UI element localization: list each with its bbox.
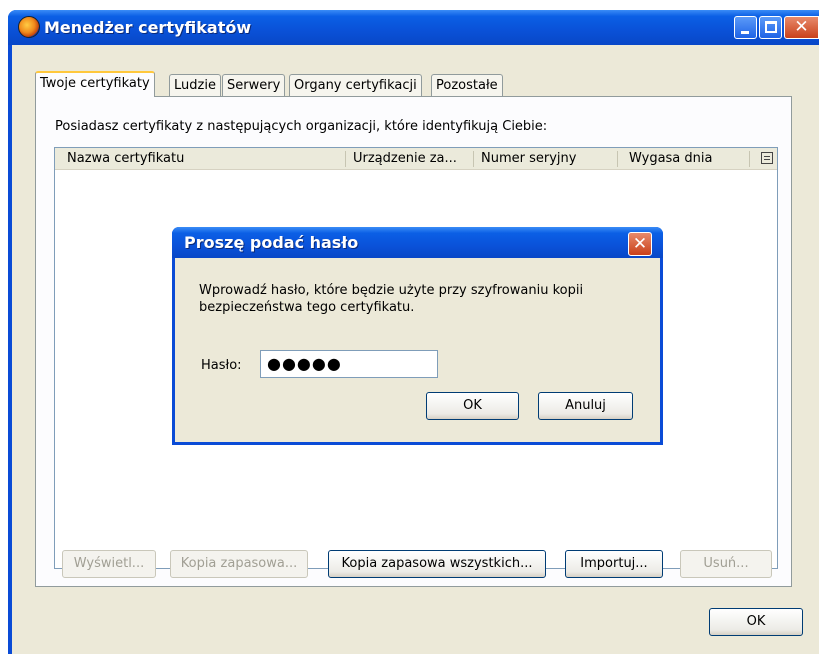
column-picker-icon[interactable]: [761, 152, 773, 164]
column-header-expires[interactable]: Wygasa dnia: [629, 148, 739, 170]
column-header-name[interactable]: Nazwa certyfikatu: [67, 148, 337, 170]
import-button-label: Importuj...: [580, 556, 648, 571]
dialog-title-bar[interactable]: Proszę podać hasło ✕: [172, 227, 663, 258]
tab-label: Serwery: [227, 78, 281, 93]
backup-button[interactable]: Kopia zapasowa...: [170, 550, 308, 578]
close-icon: ✕: [794, 17, 809, 37]
password-dialog: Proszę podać hasło ✕ Wprowadź hasło, któ…: [172, 227, 663, 445]
column-separator[interactable]: [749, 151, 750, 167]
column-separator[interactable]: [617, 151, 618, 167]
minimize-button[interactable]: [734, 16, 757, 39]
maximize-button[interactable]: [759, 16, 782, 39]
panel-description: Posiadasz certyfikaty z następujących or…: [55, 119, 548, 134]
tab-label: Organy certyfikacji: [294, 78, 417, 93]
dialog-ok-button[interactable]: OK: [426, 392, 519, 420]
list-header: Nazwa certyfikatu Urządzenie za... Numer…: [55, 148, 777, 170]
close-icon: ✕: [632, 234, 648, 254]
ok-button-label: OK: [746, 614, 766, 629]
import-button[interactable]: Importuj...: [565, 550, 663, 578]
tab-your-certificates[interactable]: Twoje certyfikaty: [35, 71, 155, 97]
password-field[interactable]: ●●●●●: [260, 350, 438, 378]
firefox-icon: [18, 16, 40, 38]
dialog-message: Wprowadź hasło, które będzie użyte przy …: [199, 283, 584, 315]
ok-button[interactable]: OK: [709, 608, 803, 636]
maximize-icon: [765, 21, 777, 33]
tab-others[interactable]: Pozostałe: [431, 74, 503, 96]
tab-label: Twoje certyfikaty: [40, 76, 150, 91]
column-separator[interactable]: [345, 151, 346, 167]
column-header-serial[interactable]: Numer seryjny: [481, 148, 611, 170]
delete-button[interactable]: Usuń...: [680, 550, 772, 578]
minimize-icon: [741, 31, 749, 34]
dialog-ok-label: OK: [463, 398, 482, 413]
tab-label: Ludzie: [174, 78, 216, 93]
dialog-cancel-label: Anuluj: [565, 398, 606, 413]
dialog-body: Wprowadź hasło, które będzie użyte przy …: [175, 258, 660, 442]
tab-certificate-authorities[interactable]: Organy certyfikacji: [289, 74, 422, 96]
column-header-device[interactable]: Urządzenie za...: [353, 148, 471, 170]
backup-all-button[interactable]: Kopia zapasowa wszystkich...: [328, 550, 546, 578]
dialog-cancel-button[interactable]: Anuluj: [538, 392, 633, 420]
delete-button-label: Usuń...: [703, 556, 749, 571]
dialog-close-button[interactable]: ✕: [628, 232, 652, 256]
dialog-title: Proszę podać hasło: [184, 233, 359, 252]
tab-label: Pozostałe: [436, 78, 498, 93]
backup-button-label: Kopia zapasowa...: [180, 556, 298, 571]
tab-people[interactable]: Ludzie: [169, 74, 221, 96]
password-label: Hasło:: [201, 358, 242, 373]
title-bar[interactable]: Menedżer certyfikatów ✕: [8, 10, 819, 45]
column-separator[interactable]: [473, 151, 474, 167]
window-title: Menedżer certyfikatów: [44, 18, 252, 37]
tab-servers[interactable]: Serwery: [222, 74, 286, 96]
view-button-label: Wyświetl...: [73, 556, 145, 571]
backup-all-button-label: Kopia zapasowa wszystkich...: [341, 556, 533, 571]
view-button[interactable]: Wyświetl...: [62, 550, 156, 578]
close-window-button[interactable]: ✕: [784, 16, 819, 39]
